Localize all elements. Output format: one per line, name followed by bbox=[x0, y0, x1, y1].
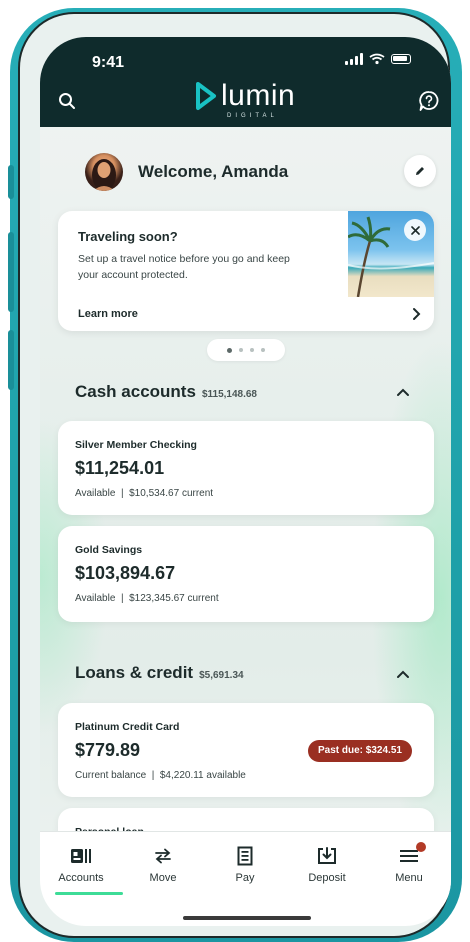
help-chat-icon bbox=[419, 91, 439, 111]
learn-more-link[interactable]: Learn more bbox=[78, 308, 138, 320]
past-due-badge: Past due: $324.51 bbox=[308, 740, 412, 762]
tab-label: Accounts bbox=[58, 872, 104, 884]
carousel-dot[interactable] bbox=[250, 348, 254, 352]
tab-move[interactable]: Move bbox=[122, 846, 204, 884]
section-title: Cash accounts bbox=[75, 382, 196, 401]
account-balance: $11,254.01 bbox=[75, 458, 165, 478]
status-time: 9:41 bbox=[92, 54, 125, 71]
account-subtext: Available | $123,345.67 current bbox=[75, 593, 219, 604]
promo-title: Traveling soon? bbox=[78, 229, 178, 244]
logo-mark-icon bbox=[196, 82, 216, 110]
bottom-tab-bar: Accounts Move Pay Deposit Menu bbox=[40, 831, 451, 926]
beach-image bbox=[348, 211, 434, 297]
tab-menu[interactable]: Menu bbox=[368, 842, 450, 884]
section-total: $115,148.68 bbox=[201, 389, 257, 400]
close-icon bbox=[410, 225, 420, 235]
deposit-icon bbox=[318, 847, 336, 864]
app-header: 9:41 lumin DIGITAL bbox=[40, 37, 451, 127]
signal-icon bbox=[345, 53, 363, 65]
tab-label: Move bbox=[149, 872, 177, 884]
chevron-up-icon[interactable] bbox=[396, 387, 410, 397]
welcome-heading: Welcome, Amanda bbox=[138, 162, 289, 181]
notification-badge bbox=[416, 842, 426, 852]
cash-accounts-heading[interactable]: Cash accounts $115,148.68 bbox=[75, 382, 257, 402]
avatar-portrait bbox=[92, 159, 116, 191]
lumin-logo: lumin DIGITAL bbox=[195, 79, 296, 119]
account-name: Gold Savings bbox=[75, 544, 143, 556]
side-button bbox=[8, 165, 14, 199]
close-promo-button[interactable] bbox=[404, 219, 426, 241]
help-button[interactable] bbox=[416, 88, 442, 114]
battery-icon bbox=[391, 54, 411, 64]
edit-button[interactable] bbox=[404, 155, 436, 187]
accounts-icon bbox=[71, 849, 91, 863]
home-indicator[interactable] bbox=[183, 916, 311, 920]
account-card-checking[interactable]: Silver Member Checking $11,254.01 Availa… bbox=[58, 421, 434, 515]
account-card-credit-card[interactable]: Platinum Credit Card $779.89 Past due: $… bbox=[58, 703, 434, 797]
tab-label: Menu bbox=[395, 872, 423, 884]
menu-icon bbox=[400, 850, 418, 862]
tab-label: Pay bbox=[235, 872, 255, 884]
tab-pay[interactable]: Pay bbox=[204, 846, 286, 884]
account-name: Platinum Credit Card bbox=[75, 721, 180, 733]
loans-credit-heading[interactable]: Loans & credit $5,691.34 bbox=[75, 663, 244, 683]
carousel-dot[interactable] bbox=[239, 348, 243, 352]
search-icon bbox=[59, 93, 75, 109]
app-screen: 9:41 lumin DIGITAL Welcome, Amanda Trave… bbox=[40, 37, 451, 926]
transfer-arrows-icon bbox=[155, 848, 171, 864]
account-balance: $103,894.67 bbox=[75, 563, 176, 583]
chevron-right-icon[interactable] bbox=[412, 307, 422, 321]
search-button[interactable] bbox=[54, 88, 80, 114]
promo-body: Set up a travel notice before you go and… bbox=[78, 253, 290, 281]
carousel-dot[interactable] bbox=[227, 347, 232, 353]
account-name: Silver Member Checking bbox=[75, 439, 197, 451]
carousel-indicator[interactable] bbox=[207, 339, 285, 361]
logo-wordmark: lumin bbox=[221, 79, 296, 112]
side-button bbox=[8, 330, 14, 390]
account-balance: $779.89 bbox=[75, 740, 141, 760]
logo-subtitle: DIGITAL bbox=[227, 113, 278, 119]
avatar[interactable] bbox=[85, 153, 123, 191]
tab-label: Deposit bbox=[308, 872, 346, 884]
tab-deposit[interactable]: Deposit bbox=[286, 846, 368, 884]
account-card-savings[interactable]: Gold Savings $103,894.67 Available | $12… bbox=[58, 526, 434, 622]
account-subtext: Available | $10,534.67 current bbox=[75, 488, 214, 499]
section-title: Loans & credit bbox=[75, 663, 194, 682]
section-total: $5,691.34 bbox=[199, 670, 244, 681]
side-button bbox=[8, 232, 14, 312]
active-tab-indicator bbox=[55, 892, 123, 895]
chevron-up-icon[interactable] bbox=[396, 669, 410, 679]
bill-icon bbox=[237, 846, 253, 866]
status-icons bbox=[345, 53, 411, 65]
travel-promo-card[interactable]: Traveling soon? Set up a travel notice b… bbox=[58, 211, 434, 331]
carousel-dot[interactable] bbox=[261, 348, 265, 352]
pencil-icon bbox=[416, 167, 424, 175]
wifi-icon bbox=[369, 53, 385, 65]
tab-accounts[interactable]: Accounts bbox=[40, 846, 122, 884]
account-subtext: Current balance | $4,220.11 available bbox=[75, 770, 246, 781]
